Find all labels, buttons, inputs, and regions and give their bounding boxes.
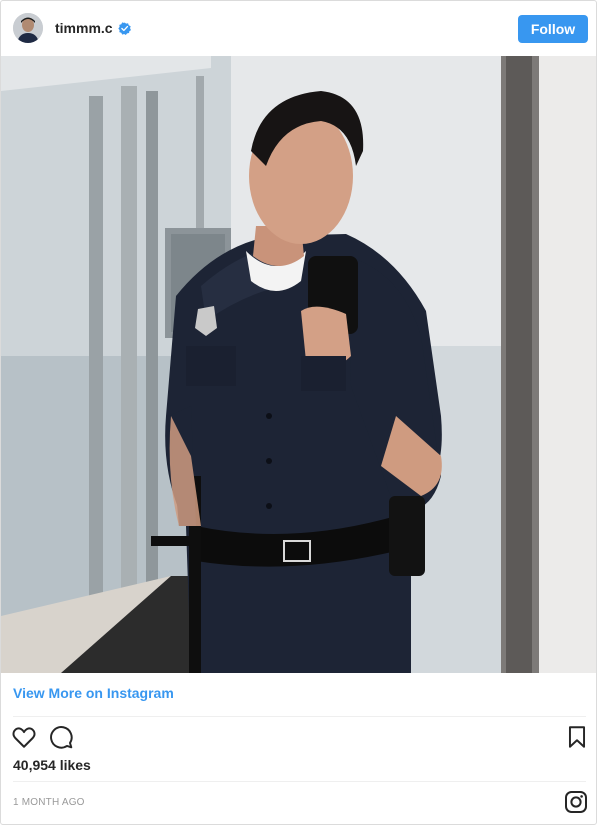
follow-button[interactable]: Follow: [518, 15, 588, 43]
divider: [13, 716, 586, 717]
divider: [13, 781, 586, 782]
post-header: timmm.c Follow: [1, 1, 596, 56]
post-timestamp: 1 MONTH AGO: [13, 797, 85, 808]
username-link[interactable]: timmm.c: [55, 20, 113, 37]
heart-icon[interactable]: [11, 724, 37, 750]
instagram-logo-icon[interactable]: [564, 790, 588, 814]
comment-icon[interactable]: [48, 724, 74, 750]
post-photo[interactable]: [1, 56, 596, 673]
likes-count[interactable]: 40,954 likes: [13, 757, 91, 774]
post-image: [1, 56, 596, 673]
instagram-embed-card: timmm.c Follow View More on Instagram 40…: [0, 0, 597, 825]
verified-badge-icon: [118, 22, 131, 35]
bookmark-icon[interactable]: [564, 724, 590, 750]
view-more-link[interactable]: View More on Instagram: [13, 685, 174, 702]
avatar[interactable]: [13, 13, 43, 43]
